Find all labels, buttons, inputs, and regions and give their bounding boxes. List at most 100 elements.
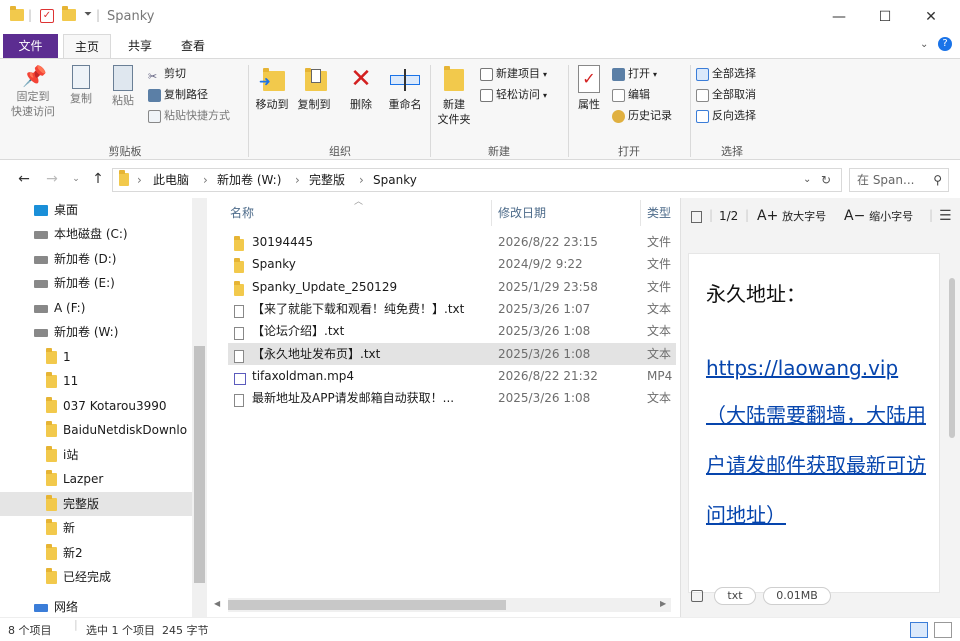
copy-to-label: 复制到: [297, 98, 331, 111]
address-bar[interactable]: › 此电脑 › 新加卷 (W:) › 完整版 › Spanky ⌄ ↻: [112, 168, 842, 192]
nav-item[interactable]: 完整版: [0, 492, 192, 516]
file-row[interactable]: 【论坛介绍】.txt 2025/3/26 1:08 文本: [228, 320, 676, 342]
copy-path-button[interactable]: 复制路径: [148, 86, 208, 104]
file-date: 2026/8/22 21:32: [498, 368, 598, 383]
preview-document: 永久地址： https://laowang.vip （大陆需要翻墙，大陆用户请发…: [688, 253, 940, 593]
drive-icon: [34, 328, 48, 337]
nav-item[interactable]: 037 Kotarou3990: [0, 394, 192, 418]
scroll-left-icon[interactable]: ◀: [214, 599, 220, 608]
folder-icon: [10, 6, 24, 23]
up-arrow-icon[interactable]: ↑: [88, 170, 108, 188]
nav-item[interactable]: Lazper: [0, 467, 192, 491]
breadcrumb-full-version[interactable]: 完整版: [309, 169, 345, 191]
history-icon: [612, 109, 625, 123]
zoom-in-button[interactable]: A+ 放大字号: [757, 208, 826, 224]
new-folder-button[interactable]: 新建 文件夹: [434, 65, 474, 127]
nav-item[interactable]: 桌面: [0, 198, 192, 222]
large-icons-view-icon[interactable]: [934, 622, 952, 638]
breadcrumb-drive-w[interactable]: 新加卷 (W:): [217, 169, 281, 191]
history-button[interactable]: 历史记录: [612, 107, 672, 125]
nav-item[interactable]: i站: [0, 443, 192, 467]
history-label: 历史记录: [628, 109, 672, 122]
select-none-button[interactable]: 全部取消: [696, 86, 756, 104]
column-header-name[interactable]: 名称: [230, 204, 254, 221]
preview-pane: | 1/2 | A+ 放大字号 A− 缩小字号 | ☰ 永久地址： https:…: [680, 198, 960, 617]
page-indicator: 1/2: [719, 209, 739, 223]
select-all-button[interactable]: 全部选择: [696, 65, 756, 83]
nav-item[interactable]: A (F:): [0, 296, 192, 320]
nav-item[interactable]: 新加卷 (E:): [0, 271, 192, 295]
tab-share[interactable]: 共享: [116, 34, 164, 58]
paste-shortcut-button[interactable]: 粘贴快捷方式: [148, 107, 230, 125]
zoom-out-button[interactable]: A− 缩小字号: [844, 208, 913, 224]
folder-icon: [46, 446, 57, 462]
customize-quick-access-icon[interactable]: ⏷: [84, 9, 92, 20]
file-row[interactable]: 【来了就能下载和观看！纯免费！】.txt 2025/3/26 1:07 文本: [228, 298, 676, 320]
file-row[interactable]: tifaxoldman.mp4 2026/8/22 21:32 MP4: [228, 365, 676, 387]
new-item-button[interactable]: 新建项目 ▾: [480, 65, 547, 83]
nav-item[interactable]: 已经完成: [0, 565, 192, 589]
paste-button[interactable]: 粘贴: [104, 65, 142, 108]
new-folder-quick-icon[interactable]: [62, 6, 76, 23]
open-button[interactable]: 打开 ▾: [612, 65, 657, 83]
details-view-icon[interactable]: [910, 622, 928, 638]
nav-item[interactable]: 新加卷 (D:): [0, 247, 192, 271]
refresh-icon[interactable]: ↻: [821, 169, 831, 191]
nav-item[interactable]: BaiduNetdiskDownlo: [0, 418, 192, 442]
nav-scrollbar-thumb[interactable]: [194, 346, 205, 583]
nav-item[interactable]: 网络: [0, 595, 192, 617]
nav-item[interactable]: 新2: [0, 541, 192, 565]
nav-item[interactable]: 新: [0, 516, 192, 540]
breadcrumb-this-pc[interactable]: 此电脑: [153, 169, 189, 191]
preview-scrollbar-thumb[interactable]: [949, 278, 955, 438]
column-header-date[interactable]: 修改日期: [498, 204, 546, 221]
cut-button[interactable]: ✂ 剪切: [148, 65, 186, 83]
column-divider[interactable]: [640, 200, 641, 226]
file-row[interactable]: Spanky 2024/9/2 9:22 文件: [228, 253, 676, 275]
delete-button[interactable]: ✕ 删除: [344, 65, 378, 112]
status-bar: 8 个项目 | 选中 1 个项目 245 字节: [0, 617, 960, 641]
forward-arrow-icon[interactable]: →: [42, 170, 62, 188]
file-row[interactable]: 【永久地址发布页】.txt 2025/3/26 1:08 文本: [228, 342, 676, 365]
rename-button[interactable]: 重命名: [384, 65, 426, 112]
pin-quick-access-button[interactable]: 📌 固定到 快速访问: [8, 65, 58, 119]
file-row[interactable]: Spanky_Update_250129 2025/1/29 23:58 文件: [228, 276, 676, 298]
nav-item[interactable]: 本地磁盘 (C:): [0, 222, 192, 246]
file-row[interactable]: 30194445 2026/8/22 23:15 文件: [228, 231, 676, 253]
horizontal-scrollbar-thumb[interactable]: [228, 600, 506, 610]
column-header-type[interactable]: 类型: [647, 204, 671, 221]
copy-to-button[interactable]: 复制到: [294, 65, 334, 112]
address-dropdown-icon[interactable]: ⌄: [803, 169, 811, 191]
maximize-button[interactable]: ☐: [862, 0, 908, 34]
nav-item[interactable]: 1: [0, 345, 192, 369]
tab-view[interactable]: 查看: [169, 34, 217, 58]
properties-quick-icon[interactable]: ✓: [40, 9, 54, 23]
breadcrumb-spanky[interactable]: Spanky: [373, 169, 417, 191]
column-divider[interactable]: [491, 200, 492, 226]
search-input[interactable]: 在 Span... ⚲: [849, 168, 949, 192]
folder-icon: [119, 170, 129, 189]
menu-icon[interactable]: ☰: [939, 208, 952, 224]
minimize-button[interactable]: —: [816, 0, 862, 34]
easy-access-button[interactable]: 轻松访问 ▾: [480, 86, 547, 104]
nav-item[interactable]: 11: [0, 369, 192, 393]
file-extension-chip: txt: [714, 587, 756, 605]
scroll-right-icon[interactable]: ▶: [660, 599, 666, 608]
invert-selection-button[interactable]: 反向选择: [696, 107, 756, 125]
copy-button[interactable]: 复制: [62, 65, 100, 106]
back-arrow-icon[interactable]: ←: [14, 170, 34, 188]
edit-button[interactable]: 编辑: [612, 86, 650, 104]
collapse-ribbon-icon[interactable]: ⌄: [920, 39, 928, 50]
file-row[interactable]: 最新地址及APP请发邮箱自动获取！... 2025/3/26 1:08 文本: [228, 387, 676, 409]
close-button[interactable]: ✕: [908, 0, 954, 34]
tab-home[interactable]: 主页: [63, 34, 111, 58]
help-icon[interactable]: ?: [938, 37, 952, 51]
preview-note[interactable]: （大陆需要翻墙，大陆用户请发邮件获取最新可访问地址）: [706, 390, 928, 540]
nav-item[interactable]: 新加卷 (W:): [0, 320, 192, 344]
move-to-button[interactable]: ➜ 移动到: [252, 65, 292, 112]
properties-button[interactable]: ✓ 属性: [572, 65, 606, 112]
recent-locations-icon[interactable]: ⌄: [66, 170, 86, 188]
tab-file[interactable]: 文件: [3, 34, 58, 58]
preview-link[interactable]: https://laowang.vip: [706, 346, 928, 390]
drive-icon: [34, 304, 48, 313]
